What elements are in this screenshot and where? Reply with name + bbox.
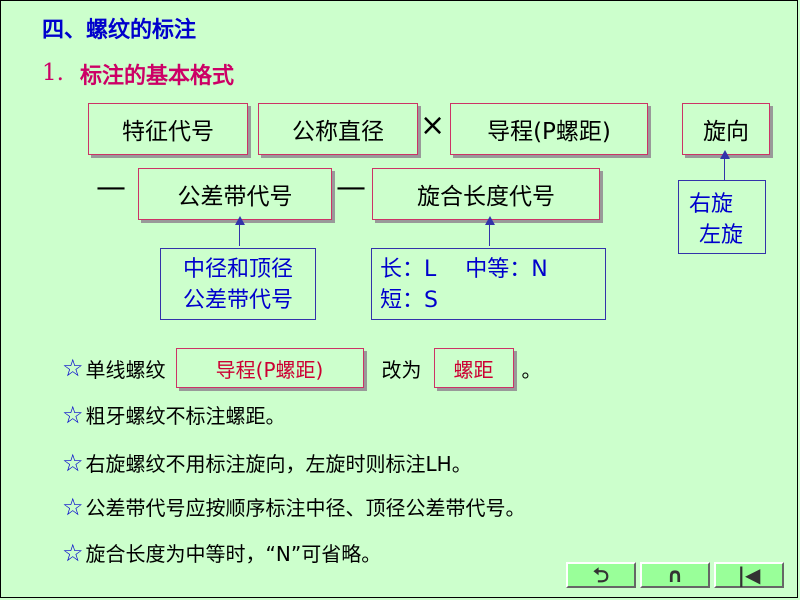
back-icon: ∩ [666, 563, 684, 587]
note-length: 长：L 中等：N 短：S [371, 248, 606, 320]
first-page-icon: |◀ [737, 563, 761, 587]
star-icon: ☆ [62, 492, 84, 521]
rule-1-box-pitch: 螺距 [433, 348, 514, 388]
note-tolerance-line-2: 公差带代号 [182, 288, 293, 313]
nav-back-button[interactable]: ∩ [640, 562, 710, 588]
rule-5: ☆ 旋合长度为中等时，“N”可省略。 [62, 538, 381, 567]
star-icon: ☆ [62, 354, 84, 382]
return-icon: ⮌ [592, 563, 610, 587]
box-nominal-diameter: 公称直径 [258, 103, 418, 155]
note-tolerance: 中径和顶径 公差带代号 [160, 248, 316, 320]
box-lead-pitch: 导程(P螺距) [450, 103, 648, 155]
arrow-length [484, 216, 495, 246]
rule-4-text: 公差带代号应按顺序标注中径、顶径公差带代号。 [85, 496, 526, 520]
note-length-line-2: 短：S [380, 288, 438, 313]
rule-1-before: 单线螺纹 [85, 357, 166, 382]
star-icon: ☆ [62, 448, 84, 477]
dash-symbol-1: — [96, 170, 126, 205]
box-feature-code: 特征代号 [88, 103, 248, 155]
rule-2: ☆ 粗牙螺纹不标注螺距。 [62, 400, 286, 429]
box-engagement-length-code: 旋合长度代号 [372, 168, 600, 220]
rule-2-text: 粗牙螺纹不标注螺距。 [85, 404, 286, 428]
rule-1-box-lead: 导程(P螺距) [175, 348, 364, 388]
rule-5-text: 旋合长度为中等时，“N”可省略。 [85, 542, 382, 566]
nav-return-button[interactable]: ⮌ [566, 562, 636, 588]
rule-3: ☆ 右旋螺纹不用标注旋向，左旋时则标注LH。 [62, 448, 472, 477]
subheading-number: 1. [42, 60, 64, 86]
box-tolerance-code: 公差带代号 [138, 168, 332, 220]
rule-1-middle: 改为 [381, 357, 422, 382]
star-icon: ☆ [62, 400, 84, 429]
rule-1: ☆ 单线螺纹 导程(P螺距) 改为 螺距 。 [62, 348, 542, 388]
dash-symbol-2: — [336, 170, 366, 205]
section-heading: 四、螺纹的标注 [42, 18, 197, 43]
note-left-hand: 左旋 [699, 223, 744, 248]
note-tolerance-line-1: 中径和顶径 [182, 257, 293, 282]
rule-3-text: 右旋螺纹不用标注旋向，左旋时则标注LH。 [85, 452, 472, 476]
arrow-tolerance [234, 216, 245, 246]
note-length-line-1: 长：L 中等：N [380, 257, 548, 282]
box-hand-direction: 旋向 [682, 103, 770, 155]
nav-first-page-button[interactable]: |◀ [714, 562, 784, 588]
note-direction: 右旋 左旋 [678, 180, 766, 254]
rule-1-after: 。 [521, 357, 542, 382]
note-right-hand: 右旋 [689, 192, 734, 217]
times-symbol: × [420, 108, 446, 143]
subheading-text: 标注的基本格式 [80, 64, 235, 89]
arrow-direction [719, 150, 730, 180]
star-icon: ☆ [62, 538, 84, 567]
rule-4: ☆ 公差带代号应按顺序标注中径、顶径公差带代号。 [62, 492, 526, 521]
